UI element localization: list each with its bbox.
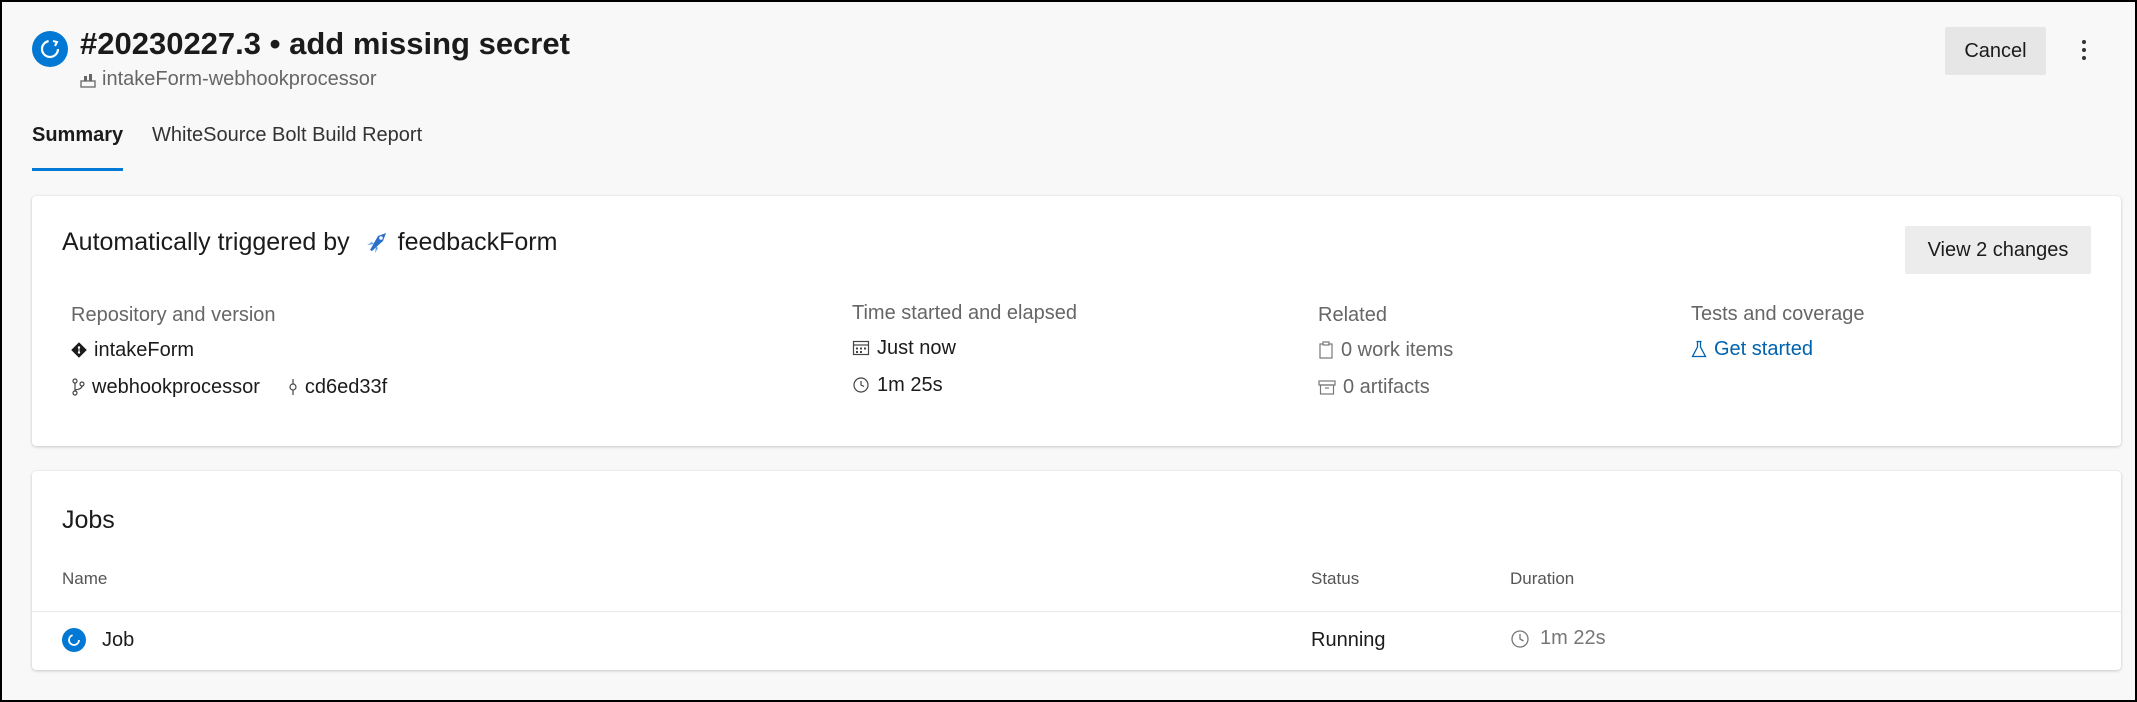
get-started-link-row[interactable]: Get started (1691, 335, 1864, 363)
flask-icon (1691, 340, 1707, 358)
jobs-card: Jobs Name Status Duration Job Running 1m… (32, 471, 2121, 670)
jobs-title: Jobs (62, 506, 115, 534)
git-icon (71, 342, 87, 358)
tests-column: Tests and coverage Get started (1691, 303, 1864, 363)
elapsed-time: 1m 25s (877, 373, 943, 396)
view-changes-button[interactable]: View 2 changes (1905, 226, 2091, 274)
commit-icon (288, 378, 298, 396)
job-status: Running (1311, 629, 1386, 651)
clipboard-icon (1318, 341, 1334, 359)
job-name[interactable]: Job (102, 629, 134, 652)
pipeline-rocket-icon (364, 230, 390, 256)
column-header-status: Status (1311, 569, 1360, 588)
artifact-box-icon (1318, 379, 1336, 395)
table-row[interactable]: Job Running 1m 22s (32, 612, 2121, 670)
column-header-name: Name (62, 569, 108, 588)
work-items-row[interactable]: 0 work items (1318, 336, 1453, 364)
cancel-button[interactable]: Cancel (1945, 27, 2046, 75)
pipeline-breadcrumb[interactable]: intakeForm-webhookprocessor (80, 68, 377, 91)
clock-icon (852, 376, 870, 394)
repo-name[interactable]: intakeForm (94, 339, 194, 362)
branch-name[interactable]: webhookprocessor (92, 376, 260, 399)
branch-row: webhookprocessor cd6ed33f (71, 373, 387, 401)
run-title: #20230227.3 • add missing secret (80, 26, 570, 61)
time-column: Time started and elapsed Just now 1m 25s (852, 302, 1077, 399)
job-duration-value: 1m 22s (1540, 627, 1606, 649)
related-column: Related 0 work items 0 artifacts (1318, 304, 1453, 401)
clock-icon (1510, 629, 1530, 649)
summary-card: Automatically triggered by feedbackForm … (32, 196, 2121, 446)
work-items-count[interactable]: 0 work items (1341, 339, 1453, 362)
get-started-link[interactable]: Get started (1714, 338, 1813, 361)
build-results-page: #20230227.3 • add missing secret intakeF… (0, 0, 2137, 702)
started-row: Just now (852, 334, 1077, 362)
tab-whitesource-report[interactable]: WhiteSource Bolt Build Report (152, 124, 422, 172)
repository-label: Repository and version (71, 304, 276, 326)
related-label: Related (1318, 304, 1387, 326)
commit-id[interactable]: cd6ed33f (305, 376, 387, 399)
more-vertical-icon[interactable] (2072, 32, 2096, 68)
tab-summary[interactable]: Summary (32, 124, 124, 172)
time-label: Time started and elapsed (852, 302, 1077, 324)
repository-column: Repository and version intakeForm webhoo… (71, 304, 387, 401)
started-time: Just now (877, 336, 956, 359)
tests-label: Tests and coverage (1691, 303, 1865, 325)
pipeline-icon (80, 72, 96, 88)
artifacts-count[interactable]: 0 artifacts (1343, 376, 1430, 399)
trigger-source-link[interactable]: feedbackForm (398, 228, 558, 257)
trigger-prefix: Automatically triggered by (62, 228, 350, 256)
running-status-icon (62, 628, 86, 652)
trigger-info: Automatically triggered by feedbackForm (62, 228, 557, 257)
running-status-icon (32, 31, 68, 67)
repo-row[interactable]: intakeForm (71, 336, 387, 364)
job-duration: 1m 22s (1510, 627, 1606, 650)
elapsed-row: 1m 25s (852, 371, 1077, 399)
pipeline-name[interactable]: intakeForm-webhookprocessor (102, 68, 377, 91)
artifacts-row[interactable]: 0 artifacts (1318, 373, 1453, 401)
column-header-duration: Duration (1510, 569, 1575, 588)
calendar-icon (852, 339, 870, 357)
branch-icon (71, 378, 85, 396)
